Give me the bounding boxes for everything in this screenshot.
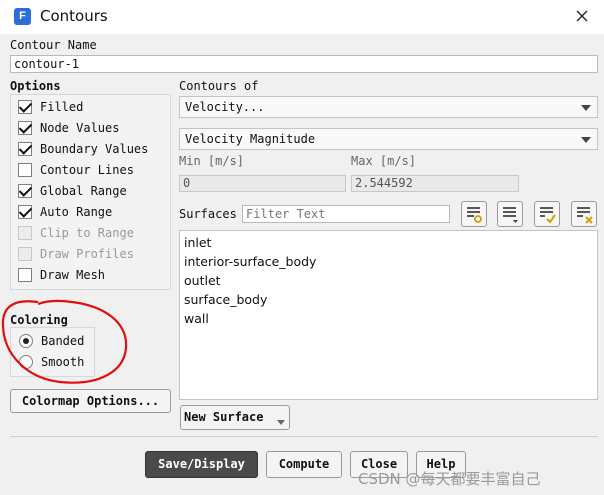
option-boundary-values[interactable]: Boundary Values bbox=[18, 139, 148, 159]
save-display-button[interactable]: Save/Display bbox=[145, 451, 258, 478]
surfaces-label: Surfaces bbox=[179, 207, 237, 221]
filled-checkbox[interactable] bbox=[18, 100, 32, 114]
option-contour-lines[interactable]: Contour Lines bbox=[18, 160, 134, 180]
chevron-down-icon bbox=[581, 105, 591, 111]
option-auto-range[interactable]: Auto Range bbox=[18, 202, 112, 222]
contours-category-dropdown[interactable]: Velocity... bbox=[179, 96, 598, 118]
max-label: Max [m/s] bbox=[351, 154, 417, 168]
option-clip-to-range: Clip to Range bbox=[18, 223, 134, 243]
boundary-values-checkbox[interactable] bbox=[18, 142, 32, 156]
new-surface-label: New Surface bbox=[184, 410, 264, 424]
option-label: Boundary Values bbox=[40, 142, 149, 156]
min-value-field: 0 bbox=[179, 175, 346, 192]
list-item[interactable]: inlet bbox=[184, 235, 211, 250]
option-label: Auto Range bbox=[40, 205, 113, 219]
global-range-checkbox[interactable] bbox=[18, 184, 32, 198]
new-surface-button[interactable]: New Surface bbox=[180, 405, 290, 430]
contour-name-input[interactable]: contour-1 bbox=[10, 55, 598, 73]
app-icon: F bbox=[14, 8, 31, 25]
chevron-down-icon bbox=[277, 420, 285, 425]
surfaces-filter-input[interactable] bbox=[242, 205, 450, 223]
app-icon-letter: F bbox=[19, 10, 26, 22]
contour-name-label: Contour Name bbox=[10, 38, 97, 52]
option-draw-profiles: Draw Profiles bbox=[18, 244, 134, 264]
option-draw-mesh[interactable]: Draw Mesh bbox=[18, 265, 105, 285]
surface-filter-button[interactable] bbox=[497, 201, 523, 227]
contours-quantity-dropdown[interactable]: Velocity Magnitude bbox=[179, 128, 598, 150]
colormap-options-button[interactable]: Colormap Options... bbox=[10, 389, 171, 413]
list-group-icon bbox=[467, 207, 482, 223]
option-global-range[interactable]: Global Range bbox=[18, 181, 127, 201]
list-item[interactable]: outlet bbox=[184, 273, 221, 288]
min-label: Min [m/s] bbox=[179, 154, 245, 168]
close-icon bbox=[576, 10, 588, 22]
annotation-circle bbox=[1, 299, 128, 384]
deselect-all-icon bbox=[577, 207, 593, 224]
option-filled[interactable]: Filled bbox=[18, 97, 83, 117]
option-label: Node Values bbox=[40, 121, 120, 135]
surface-group-button[interactable] bbox=[461, 201, 487, 227]
draw-mesh-checkbox[interactable] bbox=[18, 268, 32, 282]
close-window-button[interactable] bbox=[570, 6, 594, 28]
option-label: Global Range bbox=[40, 184, 127, 198]
draw-profiles-checkbox bbox=[18, 247, 32, 261]
list-item[interactable]: wall bbox=[184, 311, 209, 326]
node-values-checkbox[interactable] bbox=[18, 121, 32, 135]
option-label: Draw Mesh bbox=[40, 268, 106, 282]
deselect-all-button[interactable] bbox=[571, 201, 597, 227]
chevron-down-icon bbox=[581, 137, 591, 143]
compute-button[interactable]: Compute bbox=[266, 451, 342, 478]
divider bbox=[10, 436, 598, 437]
option-label: Contour Lines bbox=[40, 163, 134, 177]
options-label: Options bbox=[10, 79, 61, 93]
title-bar: F Contours bbox=[0, 0, 604, 34]
list-item[interactable]: interior-surface_body bbox=[184, 254, 316, 269]
contours-quantity-value: Velocity Magnitude bbox=[185, 132, 316, 146]
option-node-values[interactable]: Node Values bbox=[18, 118, 119, 138]
option-label: Filled bbox=[40, 100, 84, 114]
watermark: CSDN @每天都要丰富自己 bbox=[358, 470, 541, 488]
select-all-button[interactable] bbox=[534, 201, 560, 227]
option-label: Clip to Range bbox=[40, 226, 134, 240]
contours-of-label: Contours of bbox=[179, 79, 259, 93]
auto-range-checkbox[interactable] bbox=[18, 205, 32, 219]
option-label: Draw Profiles bbox=[40, 247, 134, 261]
max-value-field: 2.544592 bbox=[351, 175, 519, 192]
clip-to-range-checkbox bbox=[18, 226, 32, 240]
contour-lines-checkbox[interactable] bbox=[18, 163, 32, 177]
contours-category-value: Velocity... bbox=[185, 100, 265, 114]
list-dropdown-icon bbox=[503, 207, 518, 223]
select-all-icon bbox=[540, 207, 556, 224]
list-item[interactable]: surface_body bbox=[184, 292, 267, 307]
window-title: Contours bbox=[40, 7, 108, 25]
